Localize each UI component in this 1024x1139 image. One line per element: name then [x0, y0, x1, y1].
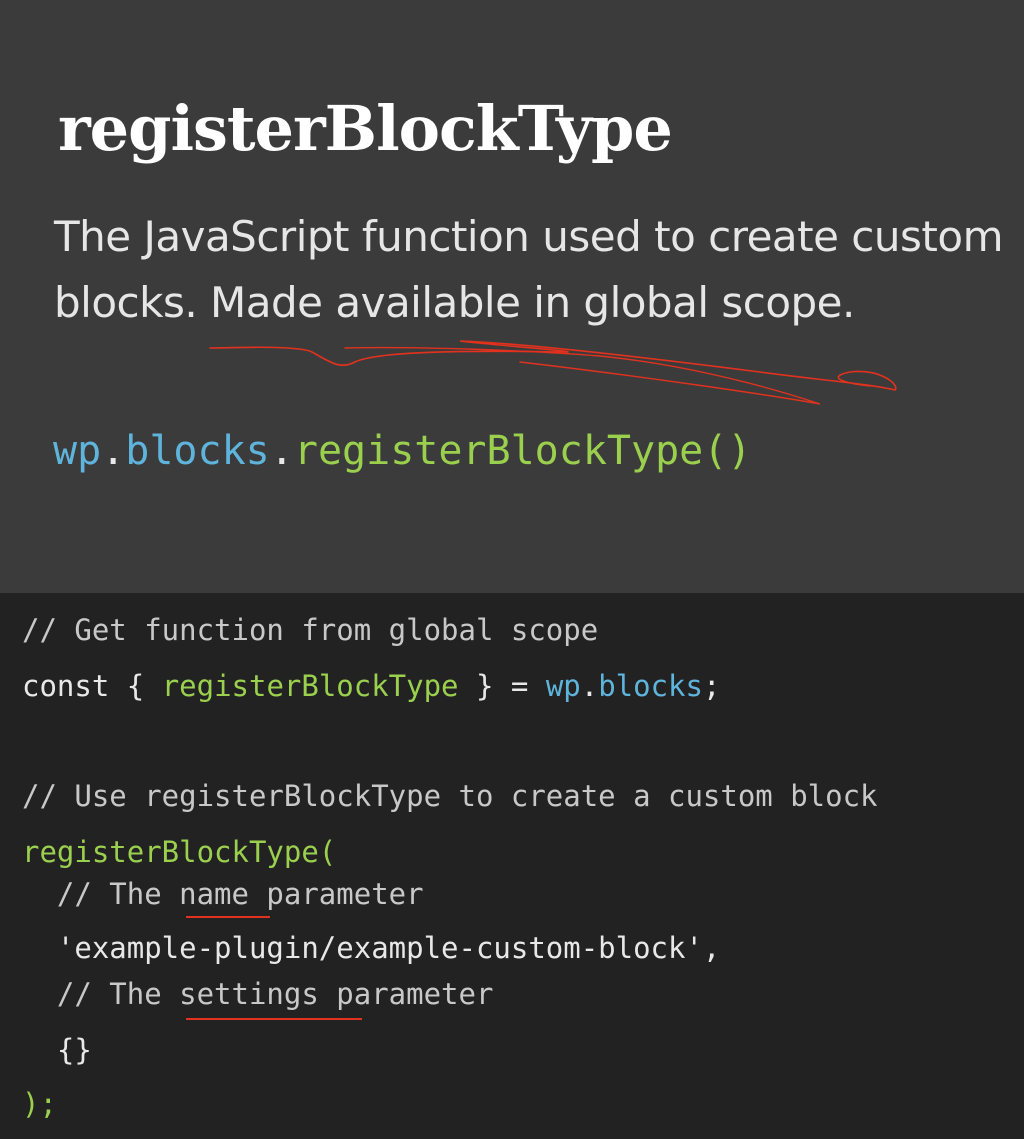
- slide-panel: registerBlockType The JavaScript functio…: [0, 0, 1024, 593]
- settings-underline-annotation: [186, 1018, 362, 1020]
- code-line-const: const { registerBlockType } = wp.blocks;: [22, 669, 720, 703]
- slide-title: registerBlockType: [58, 92, 673, 165]
- code-comment: // The name parameter: [22, 877, 424, 911]
- code-editor: // Get function from global scope const …: [0, 593, 1024, 1139]
- code-module: blocks: [125, 428, 270, 474]
- code-string: 'example-plugin/example-custom-block',: [22, 931, 721, 965]
- slide-code-example: wp.blocks.registerBlockType(): [53, 428, 751, 474]
- slide-description: The JavaScript function used to create c…: [54, 212, 1003, 327]
- code-object: {}: [22, 1033, 92, 1067]
- code-brace: {: [109, 669, 162, 703]
- code-dot: .: [101, 428, 126, 474]
- code-identifier: registerBlockType: [161, 669, 459, 703]
- code-keyword: const: [22, 669, 110, 703]
- code-semicolon: ;: [702, 669, 721, 703]
- code-comment: // Use registerBlockType to create a cus…: [22, 779, 878, 813]
- code-brace: } =: [458, 669, 546, 703]
- code-dot: .: [580, 669, 599, 703]
- code-function-call: registerBlockType(: [22, 835, 337, 869]
- code-module: blocks: [598, 669, 703, 703]
- code-dot: .: [269, 428, 294, 474]
- code-function: registerBlockType(): [293, 428, 752, 474]
- code-namespace: wp: [53, 428, 102, 474]
- code-comment: // The settings parameter: [22, 977, 494, 1011]
- code-namespace: wp: [545, 669, 581, 703]
- code-close-paren: );: [22, 1087, 57, 1121]
- name-underline-annotation: [186, 916, 270, 918]
- code-comment: // Get function from global scope: [22, 613, 599, 647]
